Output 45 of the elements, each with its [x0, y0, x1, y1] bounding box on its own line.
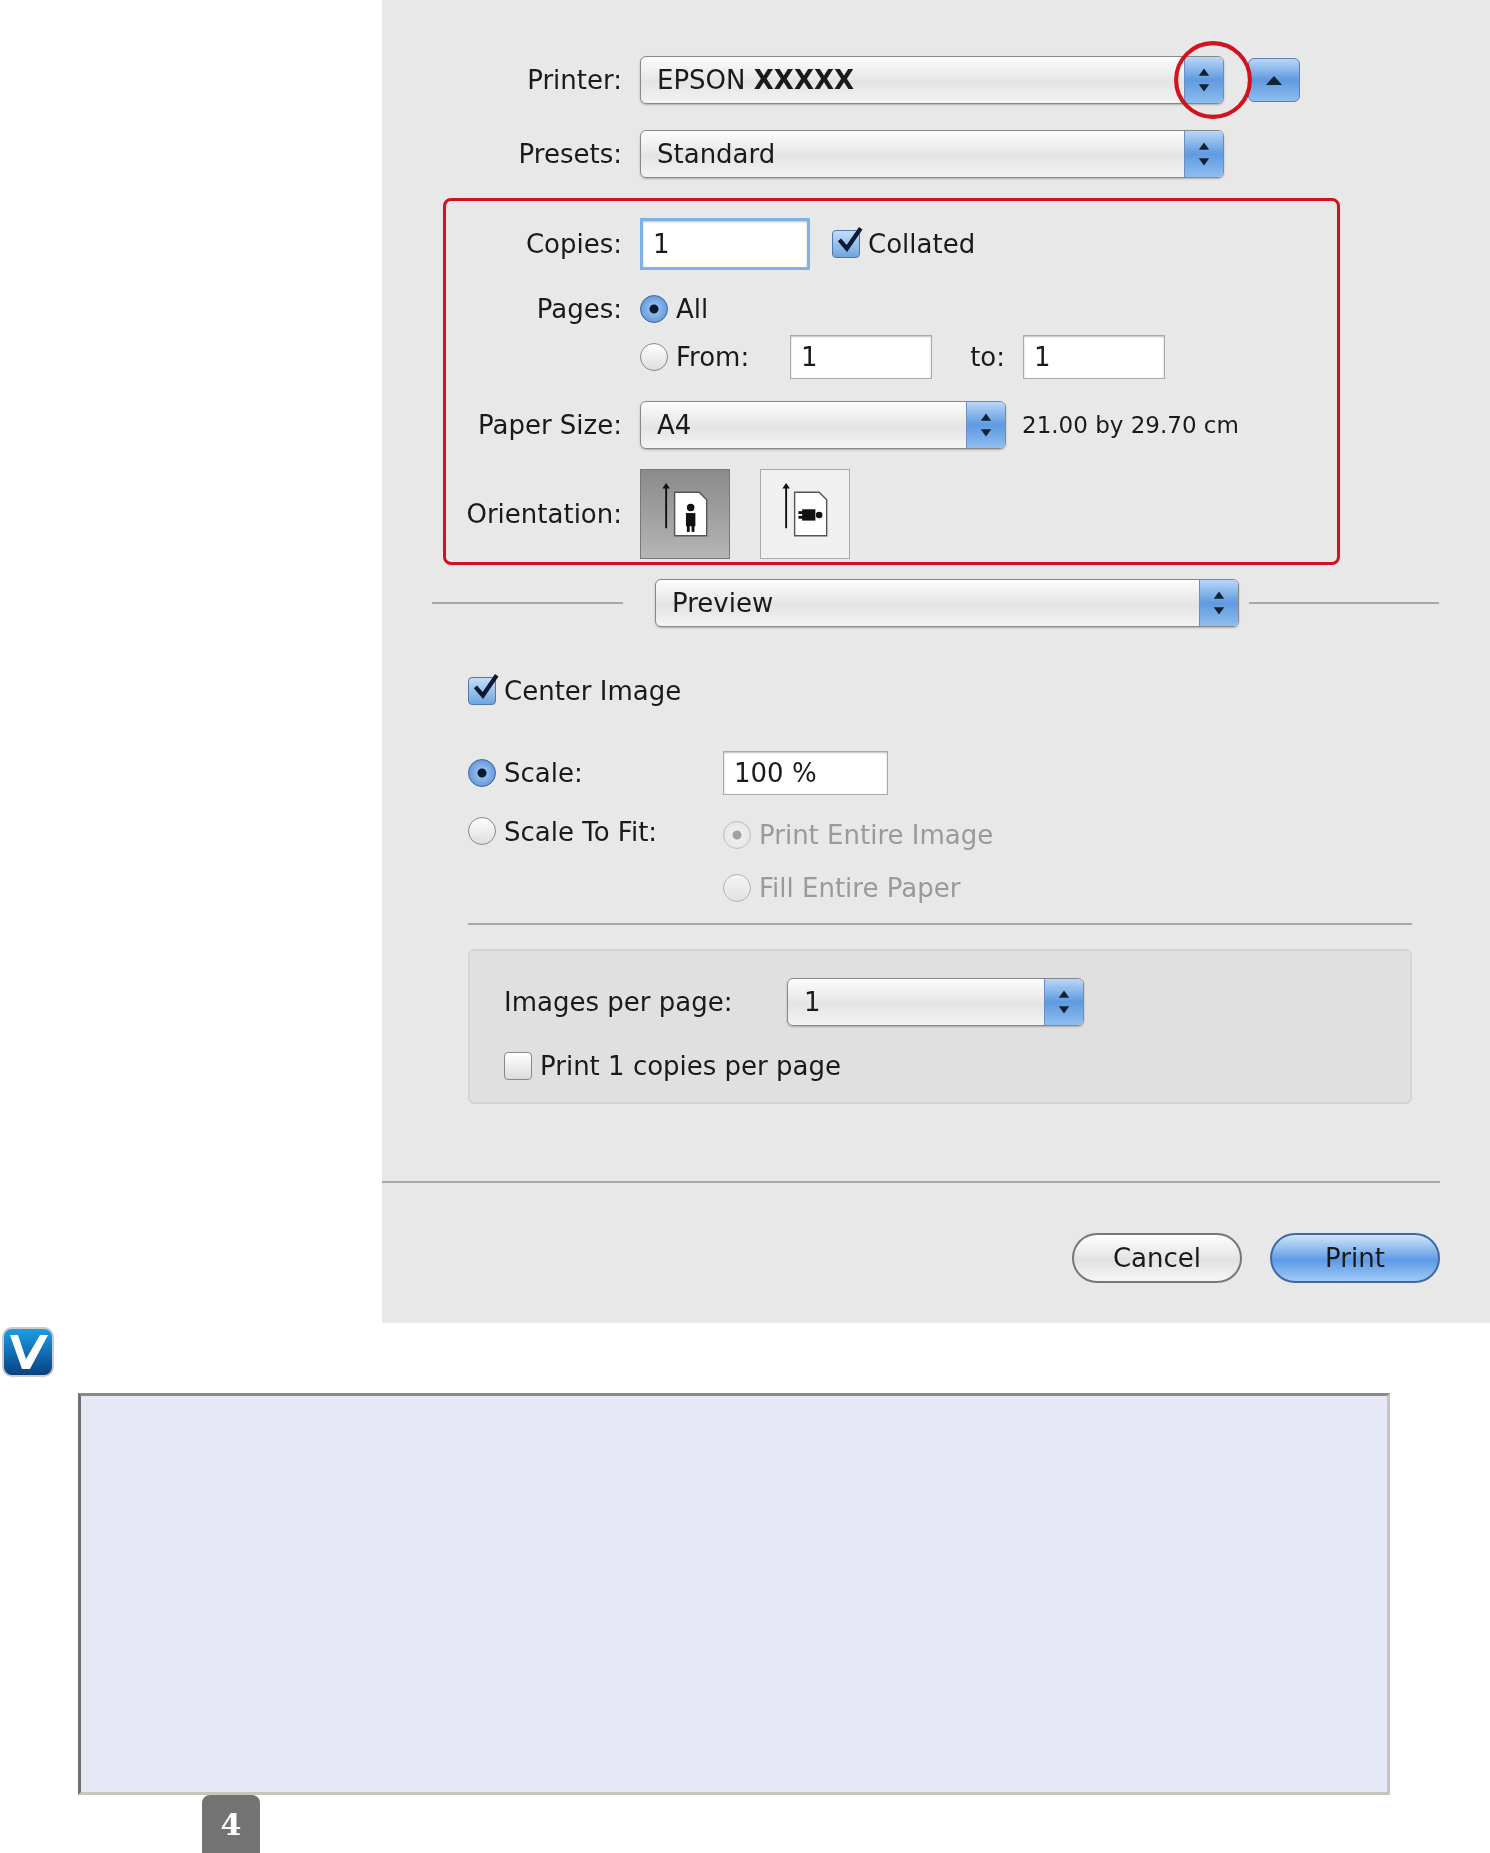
paper-size-popup[interactable]: A4	[640, 401, 1006, 449]
radio-label: Fill Entire Paper	[759, 873, 961, 903]
paper-dimensions: 21.00 by 29.70 cm	[1022, 412, 1239, 438]
radio-button[interactable]	[640, 295, 668, 323]
copies-field[interactable]: 1	[640, 218, 810, 270]
radio-label: From:	[676, 342, 751, 372]
presets-popup[interactable]: Standard	[640, 130, 1224, 178]
field-label: Pages:	[535, 294, 623, 324]
to-field[interactable]: 1	[1023, 335, 1165, 379]
field-label: Copies:	[524, 229, 623, 259]
field-label: Printer:	[526, 65, 623, 95]
page-number: 4	[202, 1795, 260, 1853]
field-label: Images per page:	[504, 987, 734, 1017]
radio-label: All	[676, 294, 709, 324]
field-label: to:	[969, 342, 1006, 372]
disclosure-button[interactable]	[1248, 58, 1300, 102]
cancel-button[interactable]: Cancel	[1072, 1233, 1242, 1283]
radio-label: Print Entire Image	[759, 820, 994, 850]
from-field[interactable]: 1	[790, 335, 932, 379]
print-button[interactable]: Print	[1270, 1233, 1440, 1283]
checkbox-label: Center Image	[504, 676, 682, 706]
orientation-button[interactable]	[760, 469, 850, 559]
checkbox[interactable]	[504, 1052, 532, 1080]
radio-button[interactable]	[468, 759, 496, 787]
scale-field[interactable]: 100 %	[723, 751, 888, 795]
images-per-page-popup[interactable]: 1	[787, 978, 1084, 1026]
field-label: Orientation:	[465, 499, 623, 529]
printer-popup[interactable]: EPSON XXXXX	[640, 56, 1224, 104]
stepper-icon	[1044, 979, 1083, 1025]
radio-label: Scale:	[504, 758, 584, 788]
stepper-icon	[966, 402, 1005, 448]
stepper-icon	[1184, 131, 1223, 177]
radio-button[interactable]	[468, 817, 496, 845]
field-label: Paper Size:	[476, 410, 623, 440]
checkbox[interactable]	[468, 677, 496, 705]
field-label: Presets:	[517, 139, 623, 169]
stepper-icon	[1184, 57, 1223, 103]
panel-popup[interactable]: Preview	[655, 579, 1239, 627]
checkbox-label: Print 1 copies per page	[540, 1051, 841, 1081]
checkbox[interactable]	[832, 230, 860, 258]
radio-button[interactable]	[640, 343, 668, 371]
checkbox-label: Collated	[868, 229, 976, 259]
radio-label: Scale To Fit:	[504, 817, 659, 847]
stepper-icon	[1199, 580, 1238, 626]
orientation-button[interactable]	[640, 469, 730, 559]
